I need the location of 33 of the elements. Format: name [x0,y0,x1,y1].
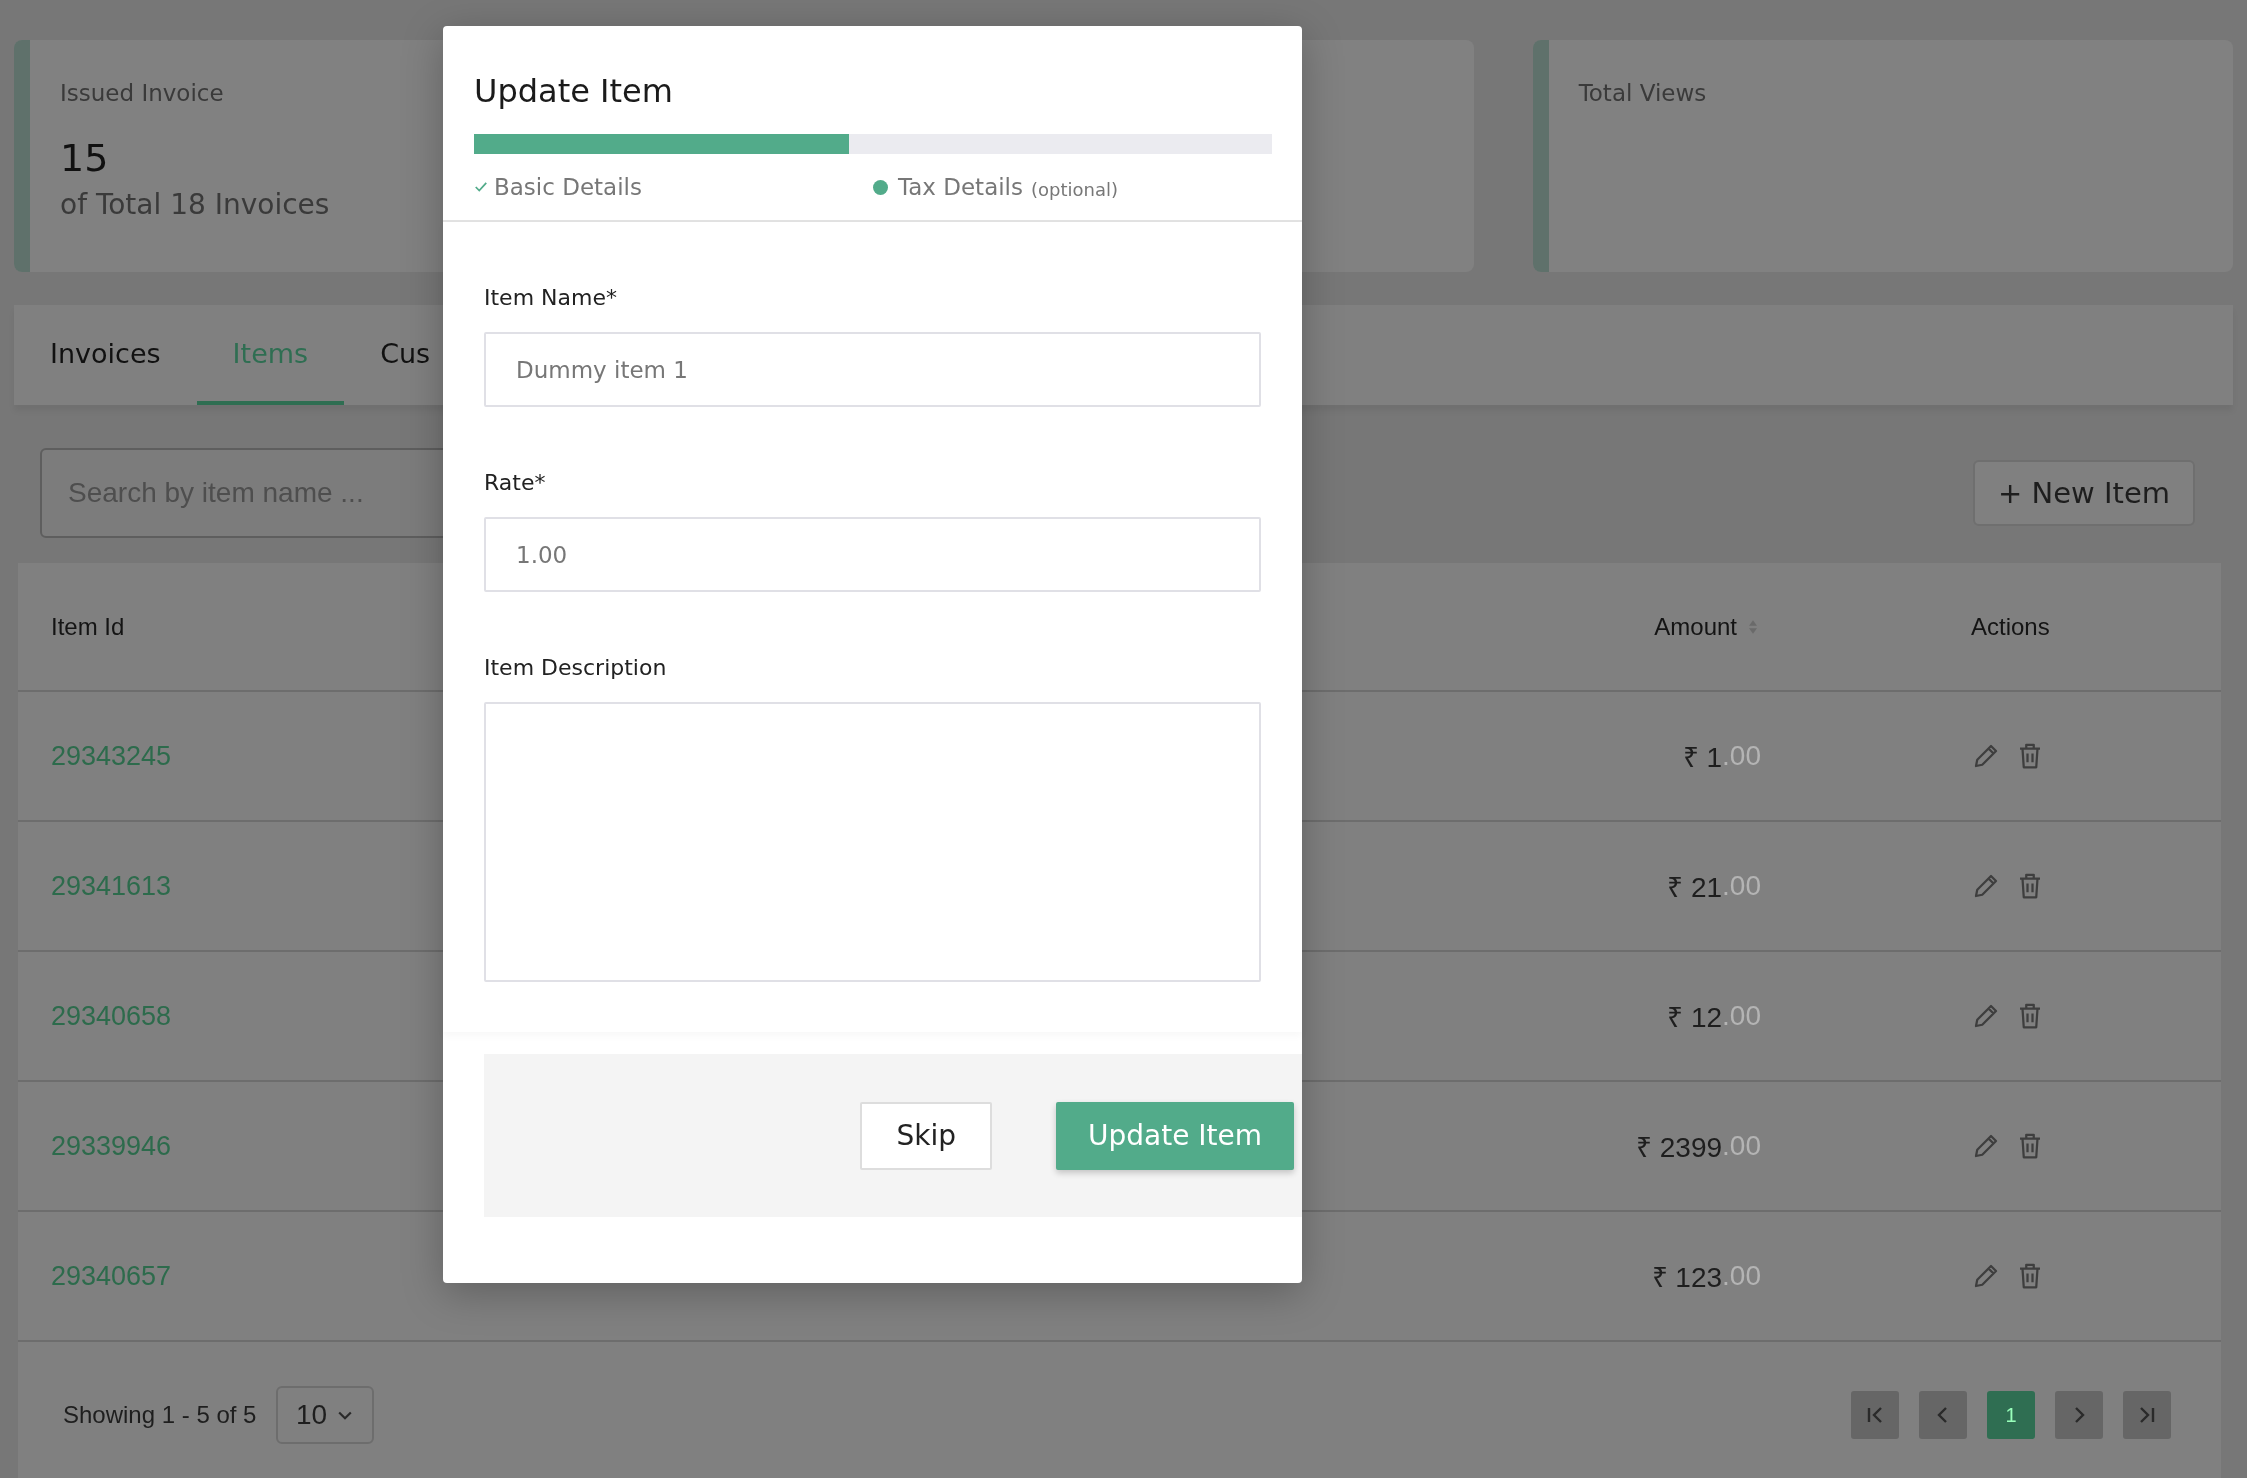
modal-title: Update Item [474,72,674,110]
new-item-button[interactable]: + New Item [1973,460,2195,526]
card-value: 15 [60,136,110,180]
step-label[interactable]: Tax Details [898,174,1023,200]
column-header: Item Id [51,612,125,641]
amount: ₹ 2399 [1636,1131,1723,1165]
pagination-summary: Showing 1 - 5 of 5 [63,1401,257,1429]
first-page-button[interactable] [1851,1391,1899,1439]
skip-button[interactable]: Skip [860,1101,992,1170]
amount: ₹ 12 [1667,1001,1723,1035]
field-label: Rate* [484,470,547,495]
step-label[interactable]: Basic Details [494,174,642,200]
amount: ₹ 123 [1651,1261,1723,1295]
tab[interactable]: Invoices [14,305,197,405]
amount: ₹ 1 [1682,741,1723,775]
text-field[interactable]: Dummy item 1 [484,332,1261,407]
column-header: Actions [1971,612,2050,641]
page-size-select[interactable]: 10 [276,1386,375,1444]
amount: ₹ 21 [1667,871,1723,905]
field-label: Item Description [484,655,668,680]
last-page-button[interactable] [2123,1391,2171,1439]
card-subtitle: of Total 18 Invoices [60,188,330,221]
update-button[interactable]: Update Item [1055,1101,1294,1170]
card-label: Issued Invoice [60,80,225,106]
step-hint: (optional) [1031,178,1118,200]
field-label: Item Name* [484,285,618,310]
column-header: Amount [1654,612,1737,641]
description-field[interactable] [484,702,1261,982]
text-field[interactable]: 1.00 [484,517,1261,592]
next-page-button[interactable] [2055,1391,2103,1439]
page-button[interactable]: 1 [1987,1391,2035,1439]
card-label: Total Views [1578,80,1707,106]
previous-page-button[interactable] [1919,1391,1967,1439]
